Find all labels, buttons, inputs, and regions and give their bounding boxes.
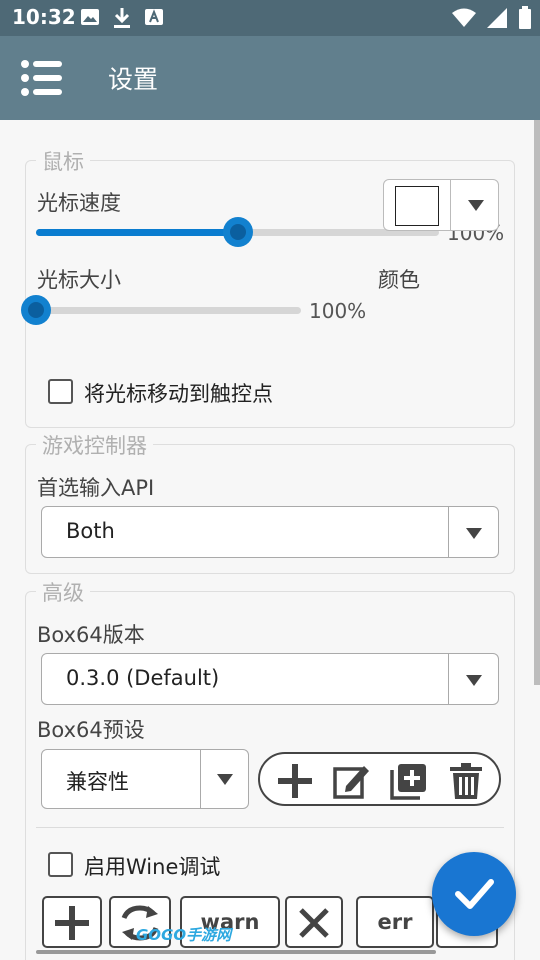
dropdown-divider	[200, 750, 201, 808]
box64-version-value: 0.3.0 (Default)	[66, 666, 220, 690]
chevron-down-icon	[468, 200, 484, 211]
preferred-api-value: Both	[66, 519, 115, 543]
duplicate-icon[interactable]	[390, 762, 428, 800]
color-label: 颜色	[378, 268, 420, 292]
check-icon	[455, 879, 494, 909]
status-notification-icons	[80, 7, 164, 29]
status-system-icons	[452, 6, 532, 30]
add-channel-button[interactable]	[42, 896, 102, 948]
move-cursor-label: 将光标移动到触控点	[84, 382, 273, 406]
wine-debug-checkbox[interactable]	[48, 852, 73, 877]
divider	[36, 827, 504, 828]
preset-tools	[258, 752, 501, 806]
add-icon	[55, 906, 89, 940]
cursor-size-label: 光标大小	[37, 268, 121, 292]
status-time: 10:32	[12, 5, 76, 29]
image-icon	[81, 9, 99, 25]
cursor-size-slider-thumb[interactable]	[21, 295, 51, 325]
box64-preset-label: Box64预设	[37, 718, 145, 742]
wifi-icon	[452, 8, 476, 27]
wine-debug-label: 启用Wine调试	[84, 855, 221, 879]
chevron-down-icon	[466, 675, 482, 686]
box64-version-dropdown[interactable]: 0.3.0 (Default)	[41, 653, 499, 705]
err-channel-button[interactable]: err	[356, 896, 434, 948]
err-label: err	[377, 910, 413, 934]
color-picker-divider	[450, 180, 451, 230]
page-title: 设置	[108, 65, 159, 94]
box64-preset-dropdown[interactable]: 兼容性	[41, 749, 249, 809]
close-icon	[299, 908, 329, 938]
box64-preset-value: 兼容性	[66, 770, 129, 794]
watermark: GOGO手游网	[136, 926, 232, 944]
scrollbar[interactable]	[534, 120, 540, 685]
add-icon[interactable]	[276, 762, 314, 800]
chevron-down-icon	[217, 774, 233, 785]
color-swatch	[395, 186, 439, 226]
delete-icon[interactable]	[447, 762, 485, 800]
chevron-down-icon	[466, 528, 482, 539]
cursor-speed-label: 光标速度	[37, 191, 121, 215]
horizontal-scrollbar[interactable]	[36, 950, 436, 954]
download-icon	[114, 8, 130, 28]
game-controller-group-title: 游戏控制器	[36, 430, 153, 460]
edit-icon[interactable]	[332, 762, 370, 800]
cursor-speed-slider-fill	[36, 229, 238, 236]
dropdown-divider	[448, 654, 449, 704]
cursor-speed-slider[interactable]	[36, 217, 439, 247]
remove-channel-button[interactable]	[285, 896, 343, 948]
preferred-api-dropdown[interactable]: Both	[41, 506, 499, 558]
cursor-color-picker[interactable]	[383, 179, 499, 231]
battery-icon	[519, 6, 531, 29]
move-cursor-checkbox[interactable]	[48, 379, 73, 404]
cursor-size-value: 100%	[309, 299, 367, 323]
app-bar: 设置	[0, 36, 540, 120]
preferred-api-label: 首选输入API	[37, 476, 155, 500]
advanced-group-title: 高级	[36, 577, 90, 607]
status-bar: 10:32	[0, 0, 540, 36]
save-fab[interactable]	[432, 852, 516, 936]
font-icon	[145, 9, 163, 25]
box64-version-label: Box64版本	[37, 623, 145, 647]
menu-icon[interactable]	[20, 58, 64, 98]
signal-icon	[487, 8, 507, 28]
cursor-speed-slider-thumb[interactable]	[222, 217, 253, 247]
mouse-group-title: 鼠标	[36, 146, 90, 176]
dropdown-divider	[448, 507, 449, 557]
cursor-size-slider[interactable]	[21, 295, 301, 325]
